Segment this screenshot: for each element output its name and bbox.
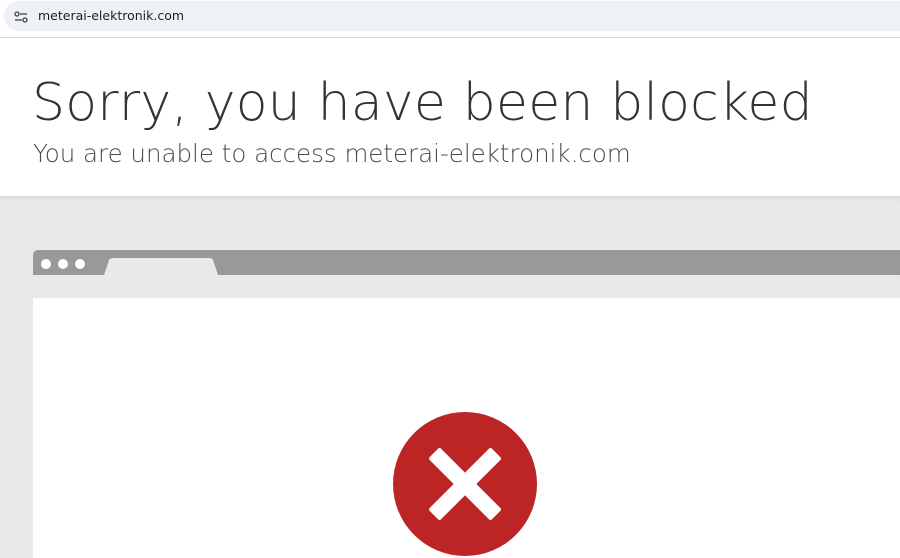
blocked-x-icon <box>393 412 537 556</box>
omnibox[interactable]: meterai-elektronik.com <box>4 1 900 31</box>
illustration-dot <box>58 259 68 269</box>
block-header: Sorry, you have been blocked You are una… <box>0 38 900 196</box>
illustration-dot <box>41 259 51 269</box>
tune-icon[interactable] <box>14 9 28 23</box>
illustration-dot <box>75 259 85 269</box>
url-text[interactable]: meterai-elektronik.com <box>38 7 184 25</box>
page-subtitle: You are unable to access meterai-elektro… <box>33 139 631 168</box>
browser-address-bar: meterai-elektronik.com <box>0 0 900 37</box>
page-title: Sorry, you have been blocked <box>32 73 813 133</box>
illustration-tab <box>104 258 218 275</box>
